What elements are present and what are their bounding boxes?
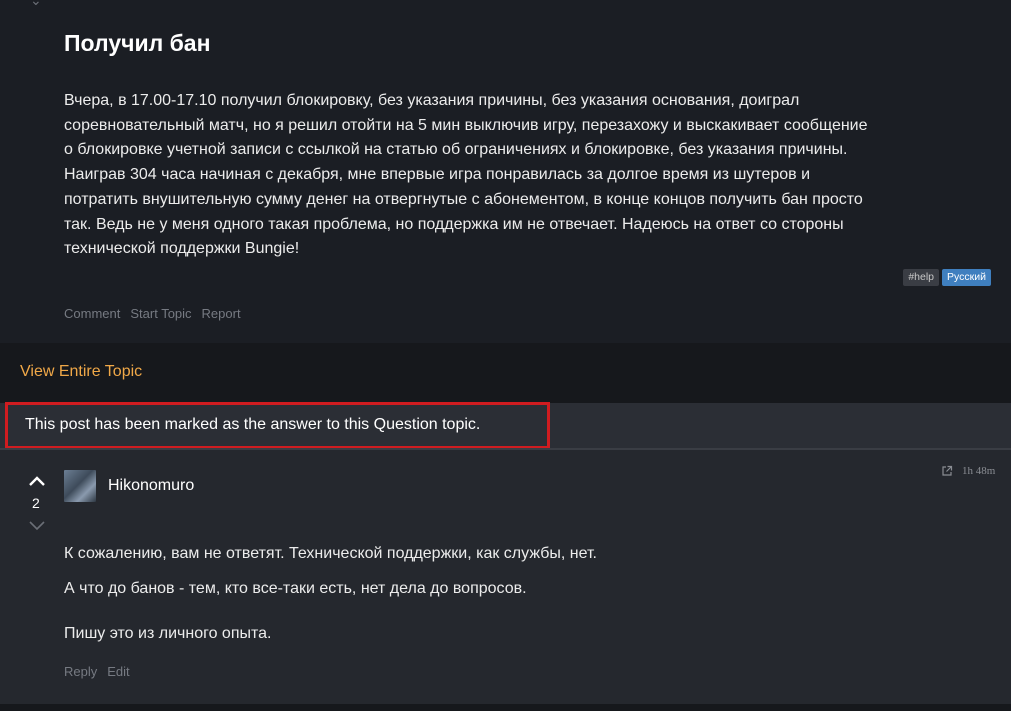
reply-paragraph: К сожалению, вам не ответят. Технической…: [64, 545, 597, 562]
reply-actions: Reply Edit: [64, 664, 130, 679]
tag-list: #help Русский: [903, 269, 991, 286]
reply-link[interactable]: Reply: [64, 664, 97, 679]
topic-body: Вчера, в 17.00-17.10 получил блокировку,…: [64, 92, 868, 258]
answer-banner-text: This post has been marked as the answer …: [25, 416, 481, 433]
page-title: Получил бан: [64, 30, 211, 56]
view-entire-topic-link[interactable]: View Entire Topic: [20, 363, 142, 381]
reply-paragraph: А что до банов - тем, кто все-таки есть,…: [64, 580, 527, 597]
upvote-icon[interactable]: [28, 474, 46, 488]
tag-language[interactable]: Русский: [942, 269, 991, 286]
start-topic-link[interactable]: Start Topic: [130, 306, 191, 321]
share-icon[interactable]: [941, 465, 953, 477]
downvote-icon[interactable]: [28, 519, 46, 533]
comment-link[interactable]: Comment: [64, 306, 120, 321]
avatar[interactable]: [64, 470, 96, 502]
username[interactable]: Hikonomuro: [108, 477, 194, 495]
timestamp: 1h 48m: [962, 465, 996, 477]
tag-help[interactable]: #help: [903, 269, 940, 286]
reply-paragraph: Пишу это из личного опыта.: [64, 625, 272, 642]
topic-actions: Comment Start Topic Report: [64, 306, 241, 321]
edit-link[interactable]: Edit: [107, 664, 129, 679]
divider: [0, 704, 1011, 711]
chevron-down-icon[interactable]: ⌄: [30, 0, 42, 9]
view-topic-bar: [0, 343, 1011, 403]
report-link[interactable]: Report: [202, 306, 241, 321]
vote-count: 2: [32, 495, 40, 511]
